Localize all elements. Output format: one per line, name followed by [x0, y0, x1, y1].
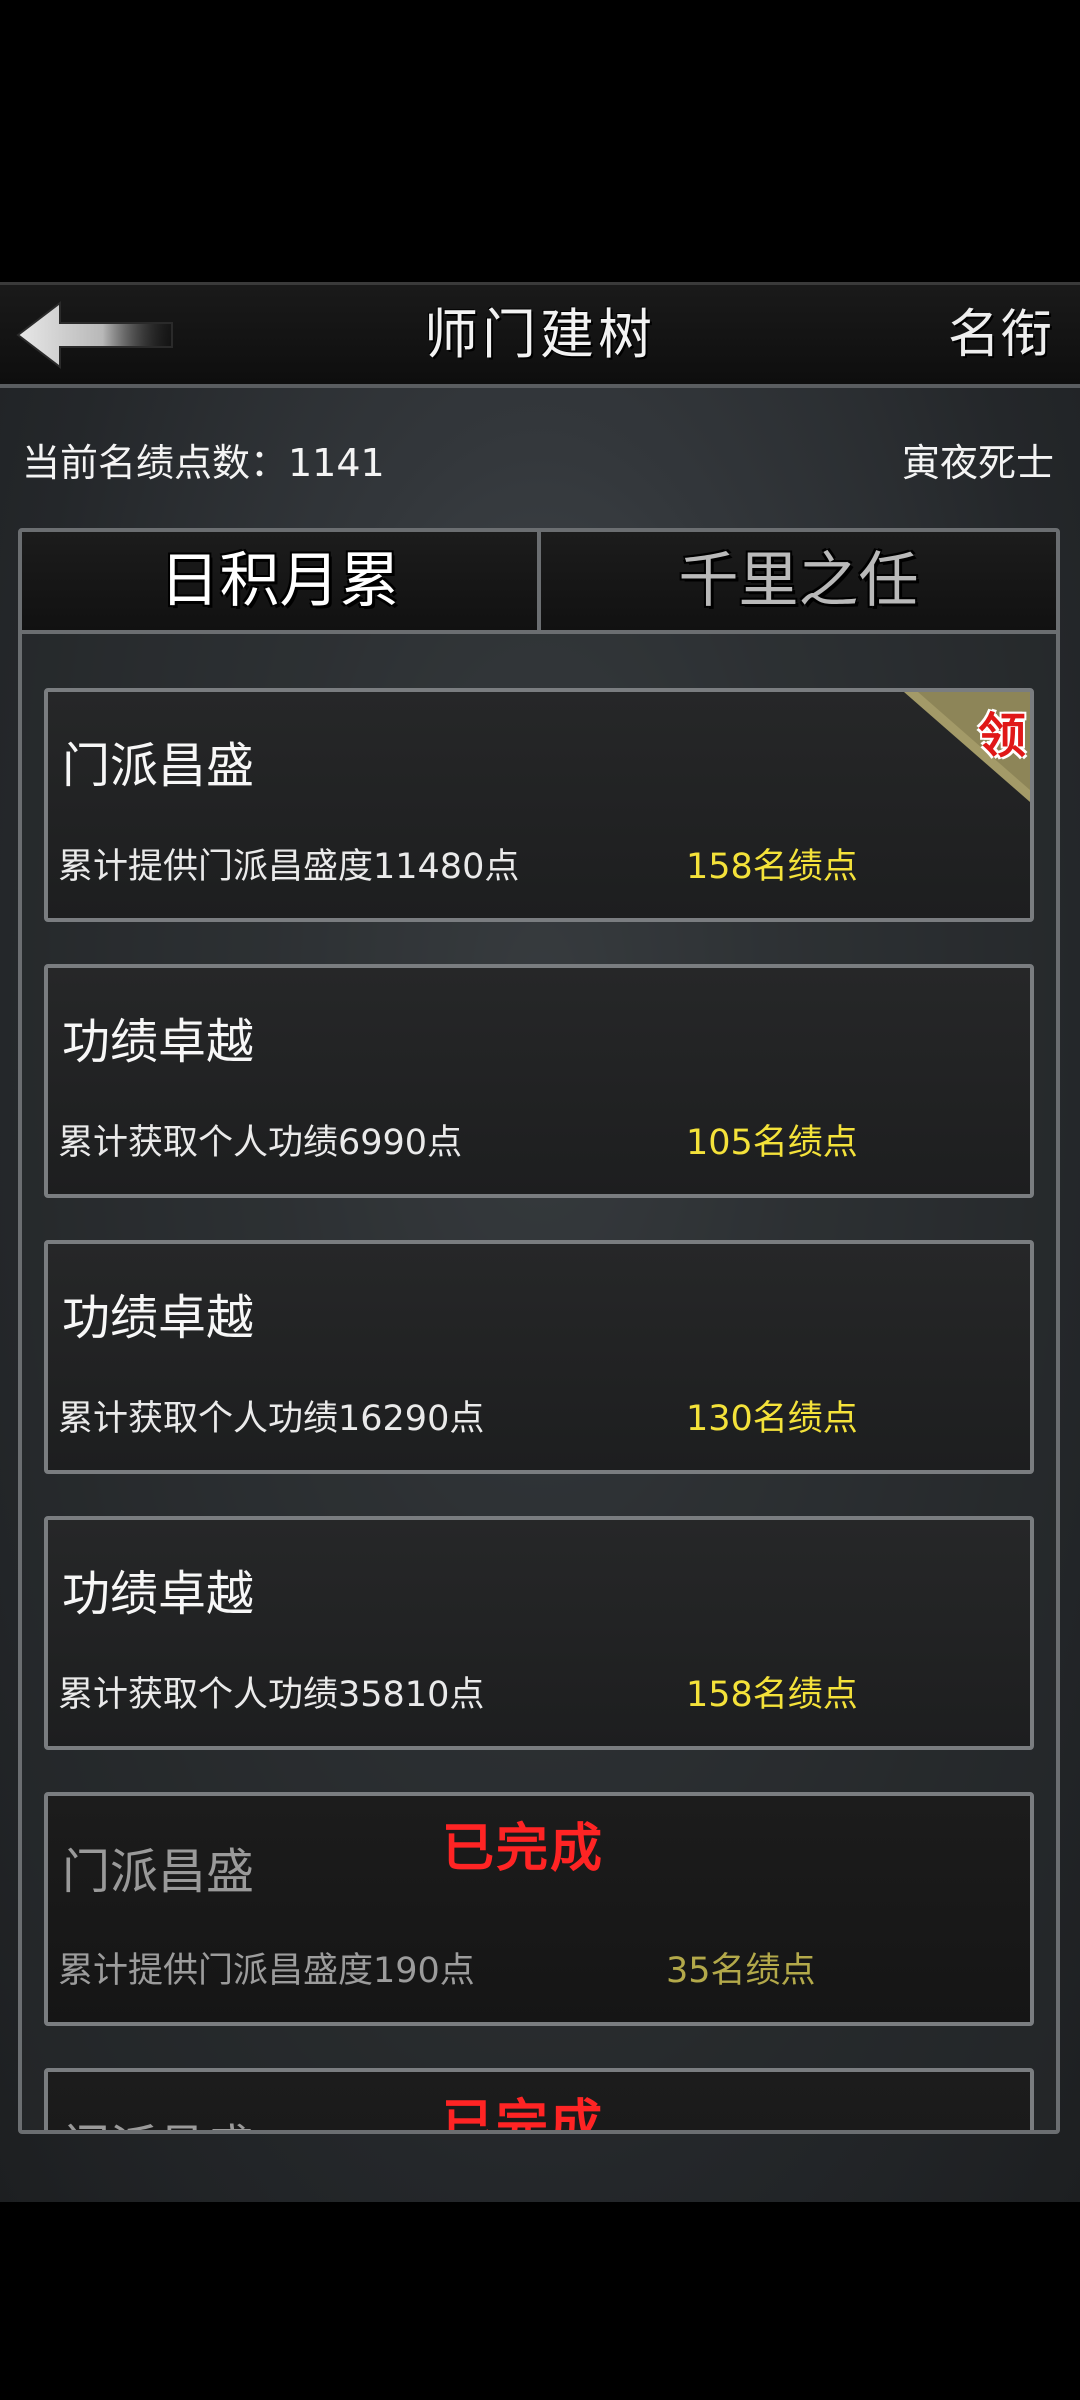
title-bar: 师门建树 名衔 — [0, 282, 1080, 388]
tab-long-mission[interactable]: 千里之任 — [537, 532, 1056, 630]
task-reward: 105名绩点 — [686, 1123, 858, 1163]
back-arrow-icon — [16, 300, 173, 370]
task-card-2[interactable]: 功绩卓越 累计获取个人功绩16290点 130名绩点 — [44, 1240, 1034, 1474]
task-list[interactable]: 门派昌盛 累计提供门派昌盛度11480点 158名绩点 领 功绩卓越 累计获取个… — [22, 634, 1056, 2130]
task-desc: 累计提供门派昌盛度11480点 — [58, 847, 520, 887]
completed-label: 已完成 — [442, 1819, 605, 1879]
task-desc: 累计提供门派昌盛度190点 — [58, 1951, 475, 1991]
task-title: 门派昌盛 — [62, 738, 255, 794]
task-reward: 35名绩点 — [666, 1951, 816, 1991]
task-card-0[interactable]: 门派昌盛 累计提供门派昌盛度11480点 158名绩点 领 — [44, 688, 1034, 922]
task-panel: 日积月累 千里之任 门派昌盛 累计提供门派昌盛度11480点 158名绩点 领 … — [18, 528, 1060, 2134]
task-desc: 累计获取个人功绩16290点 — [58, 1399, 485, 1439]
player-title: 寅夜死士 — [901, 441, 1054, 485]
page-title: 师门建树 — [424, 303, 656, 366]
title-rank-button[interactable]: 名衔 — [948, 299, 1052, 371]
claim-badge[interactable]: 领 — [904, 692, 1030, 802]
task-desc: 累计获取个人功绩6990点 — [58, 1123, 463, 1163]
points-label: 当前名绩点数：1141 — [22, 441, 385, 485]
task-desc: 累计获取个人功绩35810点 — [58, 1675, 485, 1715]
task-card-5[interactable]: 门派昌盛 已完成 — [44, 2068, 1034, 2130]
task-card-4[interactable]: 门派昌盛 已完成 累计提供门派昌盛度190点 35名绩点 — [44, 1792, 1034, 2026]
task-title: 门派昌盛 — [62, 1844, 255, 1900]
task-title: 功绩卓越 — [62, 1014, 255, 1070]
app-screen: 师门建树 名衔 当前名绩点数：1141 寅夜死士 日积月累 千里之任 门派昌盛 … — [0, 282, 1080, 2202]
task-card-1[interactable]: 功绩卓越 累计获取个人功绩6990点 105名绩点 — [44, 964, 1034, 1198]
tab-daily-accumulation[interactable]: 日积月累 — [22, 532, 537, 630]
task-title: 门派昌盛 — [62, 2108, 254, 2130]
task-title: 功绩卓越 — [62, 1566, 255, 1622]
tab-bar: 日积月累 千里之任 — [22, 532, 1056, 634]
task-reward: 130名绩点 — [686, 1399, 858, 1439]
task-reward: 158名绩点 — [686, 1675, 858, 1715]
back-button[interactable] — [14, 299, 174, 371]
task-card-3[interactable]: 功绩卓越 累计获取个人功绩35810点 158名绩点 — [44, 1516, 1034, 1750]
task-reward: 158名绩点 — [686, 847, 858, 887]
task-title: 功绩卓越 — [62, 1290, 255, 1346]
claim-label: 领 — [977, 708, 1026, 764]
completed-label: 已完成 — [442, 2095, 605, 2130]
